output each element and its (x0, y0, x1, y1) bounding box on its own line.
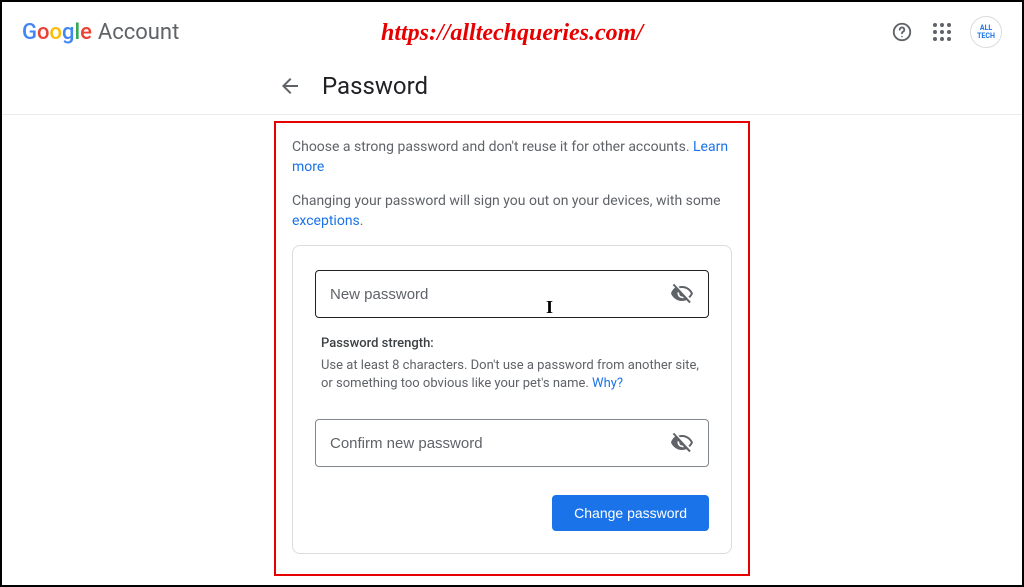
new-password-field-wrapper: I (315, 270, 709, 318)
button-row: Change password (315, 495, 709, 531)
back-arrow-icon[interactable] (278, 74, 302, 98)
page-header: Password (2, 62, 1022, 115)
profile-avatar[interactable]: ALL TECH (970, 16, 1002, 48)
toggle-visibility-icon[interactable] (670, 282, 694, 306)
help-icon[interactable] (890, 20, 914, 44)
confirm-password-input[interactable] (330, 435, 670, 452)
change-password-button[interactable]: Change password (552, 495, 709, 531)
header-actions: ALL TECH (890, 16, 1002, 48)
apps-icon[interactable] (930, 20, 954, 44)
main-content: Choose a strong password and don't reuse… (2, 115, 1022, 576)
highlight-box: Choose a strong password and don't reuse… (274, 121, 750, 576)
account-label: Account (98, 20, 179, 45)
page-title: Password (322, 72, 428, 100)
google-logo: Google (22, 20, 92, 45)
confirm-password-field-wrapper (315, 419, 709, 467)
new-password-input[interactable] (330, 286, 670, 303)
password-strength-label: Password strength: (315, 336, 709, 351)
password-strength-text: Use at least 8 characters. Don't use a p… (315, 357, 709, 393)
intro-line-2: Changing your password will sign you out… (292, 191, 732, 231)
intro-line-1: Choose a strong password and don't reuse… (292, 137, 732, 177)
why-link[interactable]: Why? (592, 376, 623, 391)
exceptions-link[interactable]: exceptions (292, 213, 360, 229)
toggle-visibility-icon[interactable] (670, 431, 694, 455)
watermark-text: https://alltechqueries.com/ (381, 20, 643, 47)
header-brand: Google Account (22, 20, 179, 45)
password-card: I Password strength: Use at least 8 char… (292, 245, 732, 554)
